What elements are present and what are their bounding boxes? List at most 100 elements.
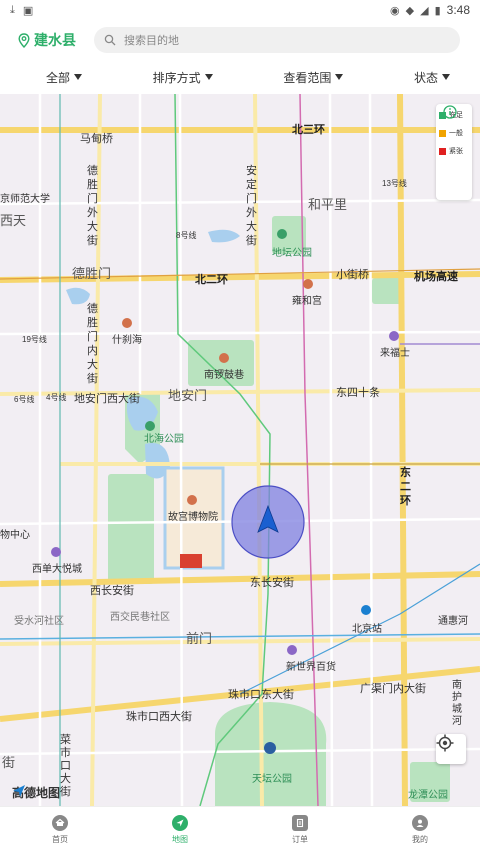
filter-status[interactable]: 状态 [414,69,450,86]
status-bar: ⤓ ▣ ◉ ◆ ◢ ▮ 3:48 [0,0,480,20]
tab-label: 订单 [292,835,308,844]
map-label: 西天 [0,213,27,228]
map-label: 德胜门外大街 [87,165,98,247]
search-input[interactable]: 搜索目的地 [94,27,460,53]
map-label: 地安门西大街 [74,393,140,405]
map-label: 北京站 [352,624,382,635]
map-label: 前门 [186,631,213,646]
map-label: 街 [2,755,16,770]
city-name: 建水县 [34,32,76,48]
map-view[interactable]: 北三环 马甸桥 和平里 13号线 京师范大学 西天 德胜门外大街 安定门外大街 … [0,94,480,806]
map-label: 珠市口东大街 [228,689,294,701]
location-pin-icon [18,32,30,48]
map-label: 物中心 [0,530,30,541]
filter-range[interactable]: 查看范围 [283,69,344,86]
tab-profile[interactable]: 我的 [360,807,480,853]
legend-item: 一般 [439,128,469,138]
map-label: 受水河社区 [14,616,64,627]
wifi-icon: ◆ [405,4,415,17]
locate-me-button[interactable] [436,734,466,764]
legend-swatch [439,129,446,137]
map-label: 北二环 [195,274,228,286]
map-label: 珠市口西大街 [126,711,192,723]
tab-home[interactable]: 首页 [0,807,120,853]
tab-label: 地图 [172,835,188,844]
map-label: 8号线 [176,231,197,240]
availability-legend: 充足 一般 紧张 [436,104,472,200]
map-label: 天坛公园 [252,774,292,785]
bottom-tab-bar: 首页 地图 订单 我的 [0,806,480,853]
battery-icon: ▮ [434,4,441,17]
map-label: 来福士 [380,348,410,359]
caret-down-icon [441,74,450,80]
map-label: 广渠门内大街 [360,683,426,695]
map-label: 什刹海 [112,335,142,346]
map-label: 东长安街 [250,577,294,589]
profile-icon [412,815,428,831]
map-label: 机场高速 [414,271,458,283]
map-label: 故宫博物院 [168,512,218,523]
app-notification-icon: ▣ [22,4,34,17]
amap-logo: 高德地图 [12,784,60,801]
map-label: 北海公园 [144,434,184,445]
map-label: 4号线 [46,393,67,402]
map-label: 南锣鼓巷 [204,370,244,381]
legend-label: 一般 [449,130,463,137]
tab-label: 首页 [52,835,68,844]
amap-arrow-icon [13,785,25,797]
map-icon [172,815,188,831]
tab-orders[interactable]: 订单 [240,807,360,853]
filter-all[interactable]: 全部 [46,69,83,86]
map-label: 南护城河 [452,680,462,727]
map-label: 北三环 [292,124,325,136]
map-label: 雍和宫 [292,296,322,307]
legend-swatch [439,147,446,155]
map-label: 德胜门内大街 [87,303,98,385]
map-label: 菜市口大街 [60,734,71,798]
map-label: 西长安街 [90,585,134,597]
map-label: 13号线 [382,179,407,188]
crosshair-icon [436,734,454,752]
filter-label: 全部 [46,70,71,85]
legend-item: 紧张 [439,146,469,156]
map-label: 西单大悦城 [32,564,82,575]
map-label: 东四十条 [336,387,380,399]
map-label: 6号线 [14,395,35,404]
map-label: 19号线 [22,335,47,344]
map-label: 新世界百货 [286,662,336,673]
map-label: 东二环 [400,467,411,507]
filter-sort[interactable]: 排序方式 [153,69,213,86]
map-label: 通惠河 [438,616,468,627]
map-label: 德胜门 [72,266,112,281]
location-icon: ◉ [390,4,400,17]
search-placeholder: 搜索目的地 [124,35,179,47]
map-label: 地坛公园 [272,248,312,259]
info-icon[interactable] [436,104,464,120]
map-label: 西交民巷社区 [110,612,170,623]
home-icon [52,815,68,831]
filter-label: 状态 [413,70,438,85]
filter-bar: 全部 排序方式 查看范围 状态 [0,60,480,94]
search-icon [104,34,116,46]
caret-down-icon [74,74,83,80]
city-selector[interactable]: 建水县 [18,30,92,50]
map-label: 地安门 [168,388,208,403]
tab-label: 我的 [412,835,428,844]
top-bar: 建水县 搜索目的地 [0,20,480,60]
map-label: 京师范大学 [0,194,50,205]
status-time: 3:48 [446,3,470,17]
map-label: 龙潭公园 [408,790,448,801]
signal-icon: ◢ [420,4,429,17]
caret-down-icon [335,74,344,80]
map-label: 小街桥 [336,269,369,281]
tab-map[interactable]: 地图 [120,807,240,853]
legend-label: 紧张 [449,148,463,155]
order-icon [292,815,308,831]
map-label: 和平里 [308,197,348,212]
map-label: 安定门外大街 [246,165,257,247]
filter-label: 查看范围 [283,70,332,85]
filter-label: 排序方式 [152,70,201,85]
caret-down-icon [204,74,213,80]
map-label: 马甸桥 [80,133,113,145]
download-icon: ⤓ [10,3,15,16]
